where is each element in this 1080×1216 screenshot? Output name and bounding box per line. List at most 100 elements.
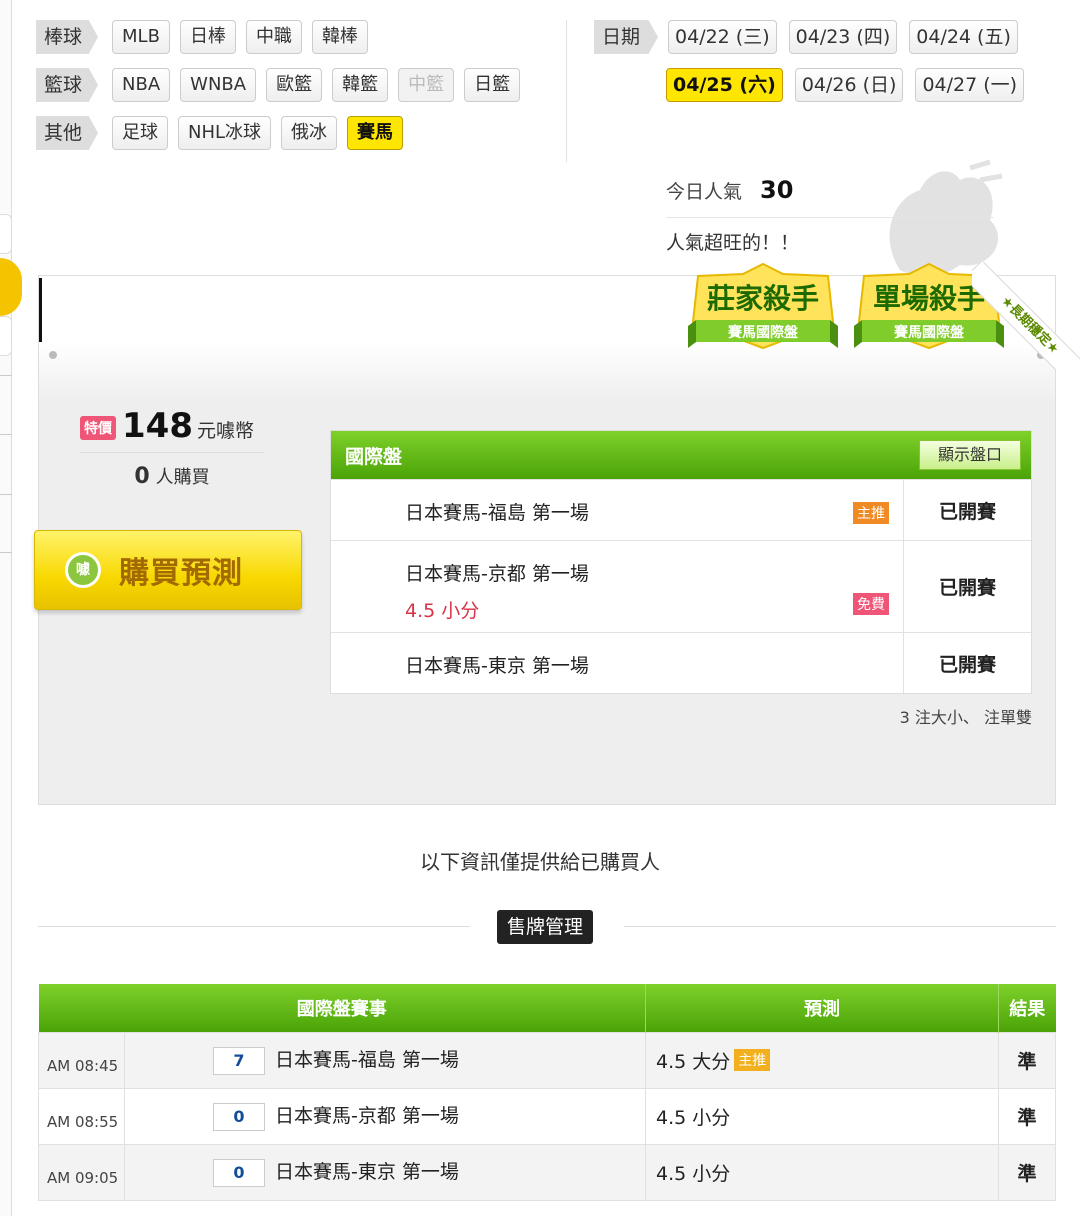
category-chip[interactable]: MLB: [112, 20, 170, 54]
category-chip[interactable]: 韓籃: [332, 68, 389, 102]
buyers-count: 0: [134, 464, 150, 489]
popularity-value: 30: [760, 176, 794, 204]
left-rail: [0, 0, 12, 1216]
results-table: 國際盤賽事 預測 結果 AM 08:45 7 日本賽馬-福島 第一場 4.5 大分…: [38, 984, 1056, 1201]
badge-sub: 賽馬國際盤: [893, 324, 965, 341]
table-row: AM 09:05 0 日本賽馬-東京 第一場 4.5 小分 準: [38, 1143, 1056, 1201]
coin-icon: 噱: [65, 552, 101, 588]
date-chip[interactable]: 04/23 (四): [788, 20, 898, 54]
buy-button-label: 購買預測: [119, 556, 243, 591]
category-chip[interactable]: NHL冰球: [178, 116, 272, 150]
price-unit: 元噱幣: [196, 420, 254, 442]
game-status: 已開賽: [903, 541, 1031, 632]
divider-line: [624, 926, 1056, 927]
category-chip-disabled: 中籃: [398, 68, 455, 102]
sales-management-button[interactable]: 售牌管理: [497, 910, 594, 944]
bet-note: 3 注大小、 注單雙: [899, 708, 1032, 727]
row-prediction: 4.5 小分: [656, 1162, 731, 1185]
buy-prediction-button[interactable]: 噱 購買預測: [34, 530, 302, 610]
results-header-result: 結果: [998, 984, 1056, 1032]
date-chip[interactable]: 04/24 (五): [909, 20, 1018, 54]
pin-icon: [49, 351, 57, 359]
row-prediction: 4.5 大分: [656, 1050, 731, 1073]
date-chip-active[interactable]: 04/25 (六): [666, 68, 783, 102]
popularity-message: 人氣超旺的！！: [666, 232, 800, 254]
info-text: 以下資訊僅提供給已購買人: [420, 850, 660, 874]
rail-divider: [0, 552, 12, 553]
category-chip[interactable]: NBA: [112, 68, 171, 102]
row-result: 準: [998, 1031, 1056, 1089]
featured-tag: 主推: [853, 502, 889, 524]
date-chip[interactable]: 04/26 (日): [794, 68, 904, 102]
badge-sub: 賽馬國際盤: [727, 324, 799, 341]
category-label[interactable]: 其他: [36, 116, 99, 150]
page: 棒球 MLB 日棒 中職 韓棒 籃球 NBA WNBA 歐籃 韓籃 中籃 日籃 …: [0, 0, 1080, 1216]
game-name: 日本賽馬-福島 第一場: [405, 502, 589, 524]
results-header-prediction: 預測: [645, 984, 999, 1032]
date-chip[interactable]: 04/22 (三): [668, 20, 777, 54]
rail-divider: [0, 375, 12, 376]
popularity-box: 今日人氣 30 人氣超旺的！！: [666, 172, 994, 268]
special-price-tag: 特價: [80, 416, 116, 440]
game-row[interactable]: 日本賽馬-京都 第一場 4.5 小分 免費 已開賽: [331, 540, 1031, 632]
category-chip[interactable]: 韓棒: [311, 20, 368, 54]
rail-divider: [0, 494, 12, 495]
category-chip-active[interactable]: 賽馬: [347, 116, 404, 150]
price-value: 148: [122, 406, 193, 446]
row-result: 準: [998, 1087, 1056, 1145]
game-name: 日本賽馬-京都 第一場: [405, 563, 589, 585]
row-time: AM 09:05: [38, 1143, 125, 1201]
category-chip[interactable]: 中職: [245, 20, 302, 54]
row-number: 0: [213, 1159, 265, 1187]
popularity-label: 今日人氣: [666, 181, 743, 203]
table-row: AM 08:55 0 日本賽馬-京都 第一場 4.5 小分 準: [38, 1087, 1056, 1145]
row-prediction: 4.5 小分: [656, 1106, 731, 1129]
date-selector: 日期 04/22 (三) 04/23 (四) 04/24 (五) 04/25 (…: [594, 20, 1036, 116]
rail-active-indicator[interactable]: [0, 258, 22, 316]
category-row-basketball: 籃球 NBA WNBA 歐籃 韓籃 中籃 日籃: [36, 68, 530, 102]
category-chip[interactable]: 足球: [112, 116, 169, 150]
long-term-ribbon: ★長期穩定★: [972, 262, 1080, 370]
row-time: AM 08:45: [38, 1031, 125, 1089]
featured-tag: 主推: [734, 1048, 771, 1071]
row-game: 日本賽馬-京都 第一場: [275, 1105, 459, 1127]
date-label: 日期: [594, 20, 659, 54]
badge-title: 莊家殺手: [707, 282, 819, 315]
badge-title: 單場殺手: [873, 282, 985, 315]
rail-tab[interactable]: [0, 214, 12, 254]
ribbon-label: ★長期穩定★: [972, 262, 1080, 370]
table-row: AM 08:45 7 日本賽馬-福島 第一場 4.5 大分 主推 準: [38, 1031, 1056, 1089]
buyers-label: 人購買: [155, 467, 210, 488]
row-number: 0: [213, 1103, 265, 1131]
category-chip[interactable]: 日棒: [179, 20, 236, 54]
free-tag: 免費: [853, 593, 889, 615]
category-row-other: 其他 足球 NHL冰球 俄冰 賽馬: [36, 116, 413, 150]
row-game: 日本賽馬-東京 第一場: [275, 1161, 459, 1183]
category-chip[interactable]: 日籃: [464, 68, 521, 102]
games-title: 國際盤: [345, 445, 403, 468]
banker-killer-badge-icon: 莊家殺手 賽馬國際盤: [688, 262, 838, 350]
divider-line: [38, 926, 470, 927]
vertical-divider: [566, 20, 567, 162]
game-name: 日本賽馬-東京 第一場: [405, 655, 589, 677]
price-box: 特價 148 元噱幣 0 人購買: [80, 406, 264, 489]
category-label[interactable]: 棒球: [36, 20, 99, 54]
games-table: 國際盤 顯示盤口 日本賽馬-福島 第一場 主推 已開賽 日本賽馬-京都 第一場 …: [330, 430, 1032, 694]
rail-divider: [0, 434, 12, 435]
row-number: 7: [213, 1047, 265, 1075]
rail-tab[interactable]: [0, 316, 12, 356]
results-header-game: 國際盤賽事: [38, 984, 646, 1032]
game-prediction: 4.5 小分: [405, 600, 480, 622]
game-row[interactable]: 日本賽馬-東京 第一場 已開賽: [331, 632, 1031, 693]
show-odds-button[interactable]: 顯示盤口: [918, 440, 1021, 470]
category-label[interactable]: 籃球: [36, 68, 99, 102]
category-chip[interactable]: 歐籃: [266, 68, 323, 102]
category-chip[interactable]: WNBA: [180, 68, 257, 102]
row-game: 日本賽馬-福島 第一場: [275, 1049, 459, 1071]
category-chip[interactable]: 俄冰: [281, 116, 338, 150]
game-status: 已開賽: [903, 633, 1031, 693]
category-row-baseball: 棒球 MLB 日棒 中職 韓棒: [36, 20, 378, 54]
game-row[interactable]: 日本賽馬-福島 第一場 主推 已開賽: [331, 479, 1031, 540]
date-chip[interactable]: 04/27 (一): [915, 68, 1025, 102]
row-result: 準: [998, 1143, 1056, 1201]
